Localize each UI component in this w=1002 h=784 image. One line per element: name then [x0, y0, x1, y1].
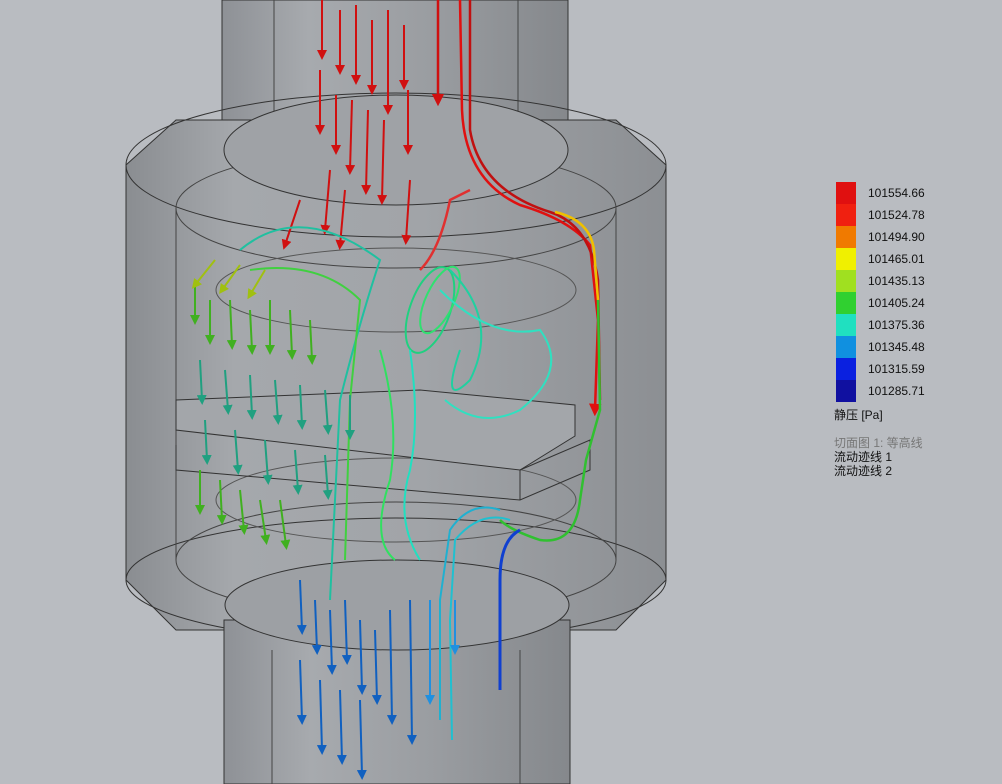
plot-entry-flow-trajectory-2[interactable]: 流动迹线 2 [834, 464, 892, 478]
plot-entry-flow-trajectory-1[interactable]: 流动迹线 1 [834, 450, 892, 464]
legend-swatch [836, 292, 856, 314]
legend-swatch [836, 314, 856, 336]
legend-swatch [836, 182, 856, 204]
legend-swatch [836, 248, 856, 270]
color-scale [836, 182, 856, 402]
legend-swatch [836, 358, 856, 380]
legend-value: 101465.01 [868, 252, 925, 266]
legend-swatch [836, 336, 856, 358]
legend-unit-label: 静压 [Pa] [834, 408, 883, 422]
legend-swatch [836, 380, 856, 402]
legend-value: 101315.59 [868, 362, 925, 376]
legend-value: 101375.36 [868, 318, 925, 332]
legend-value: 101345.48 [868, 340, 925, 354]
legend-swatch [836, 204, 856, 226]
legend-value: 101405.24 [868, 296, 925, 310]
legend-swatch [836, 226, 856, 248]
legend-value: 101524.78 [868, 208, 925, 222]
legend-value: 101554.66 [868, 186, 925, 200]
legend-swatch [836, 270, 856, 292]
plot-entry-cut-plot[interactable]: 切面图 1: 等高线 [834, 436, 923, 450]
outlet-pipe [223, 559, 571, 784]
legend-value: 101435.13 [868, 274, 925, 288]
legend-value: 101494.90 [868, 230, 925, 244]
legend-value: 101285.71 [868, 384, 925, 398]
